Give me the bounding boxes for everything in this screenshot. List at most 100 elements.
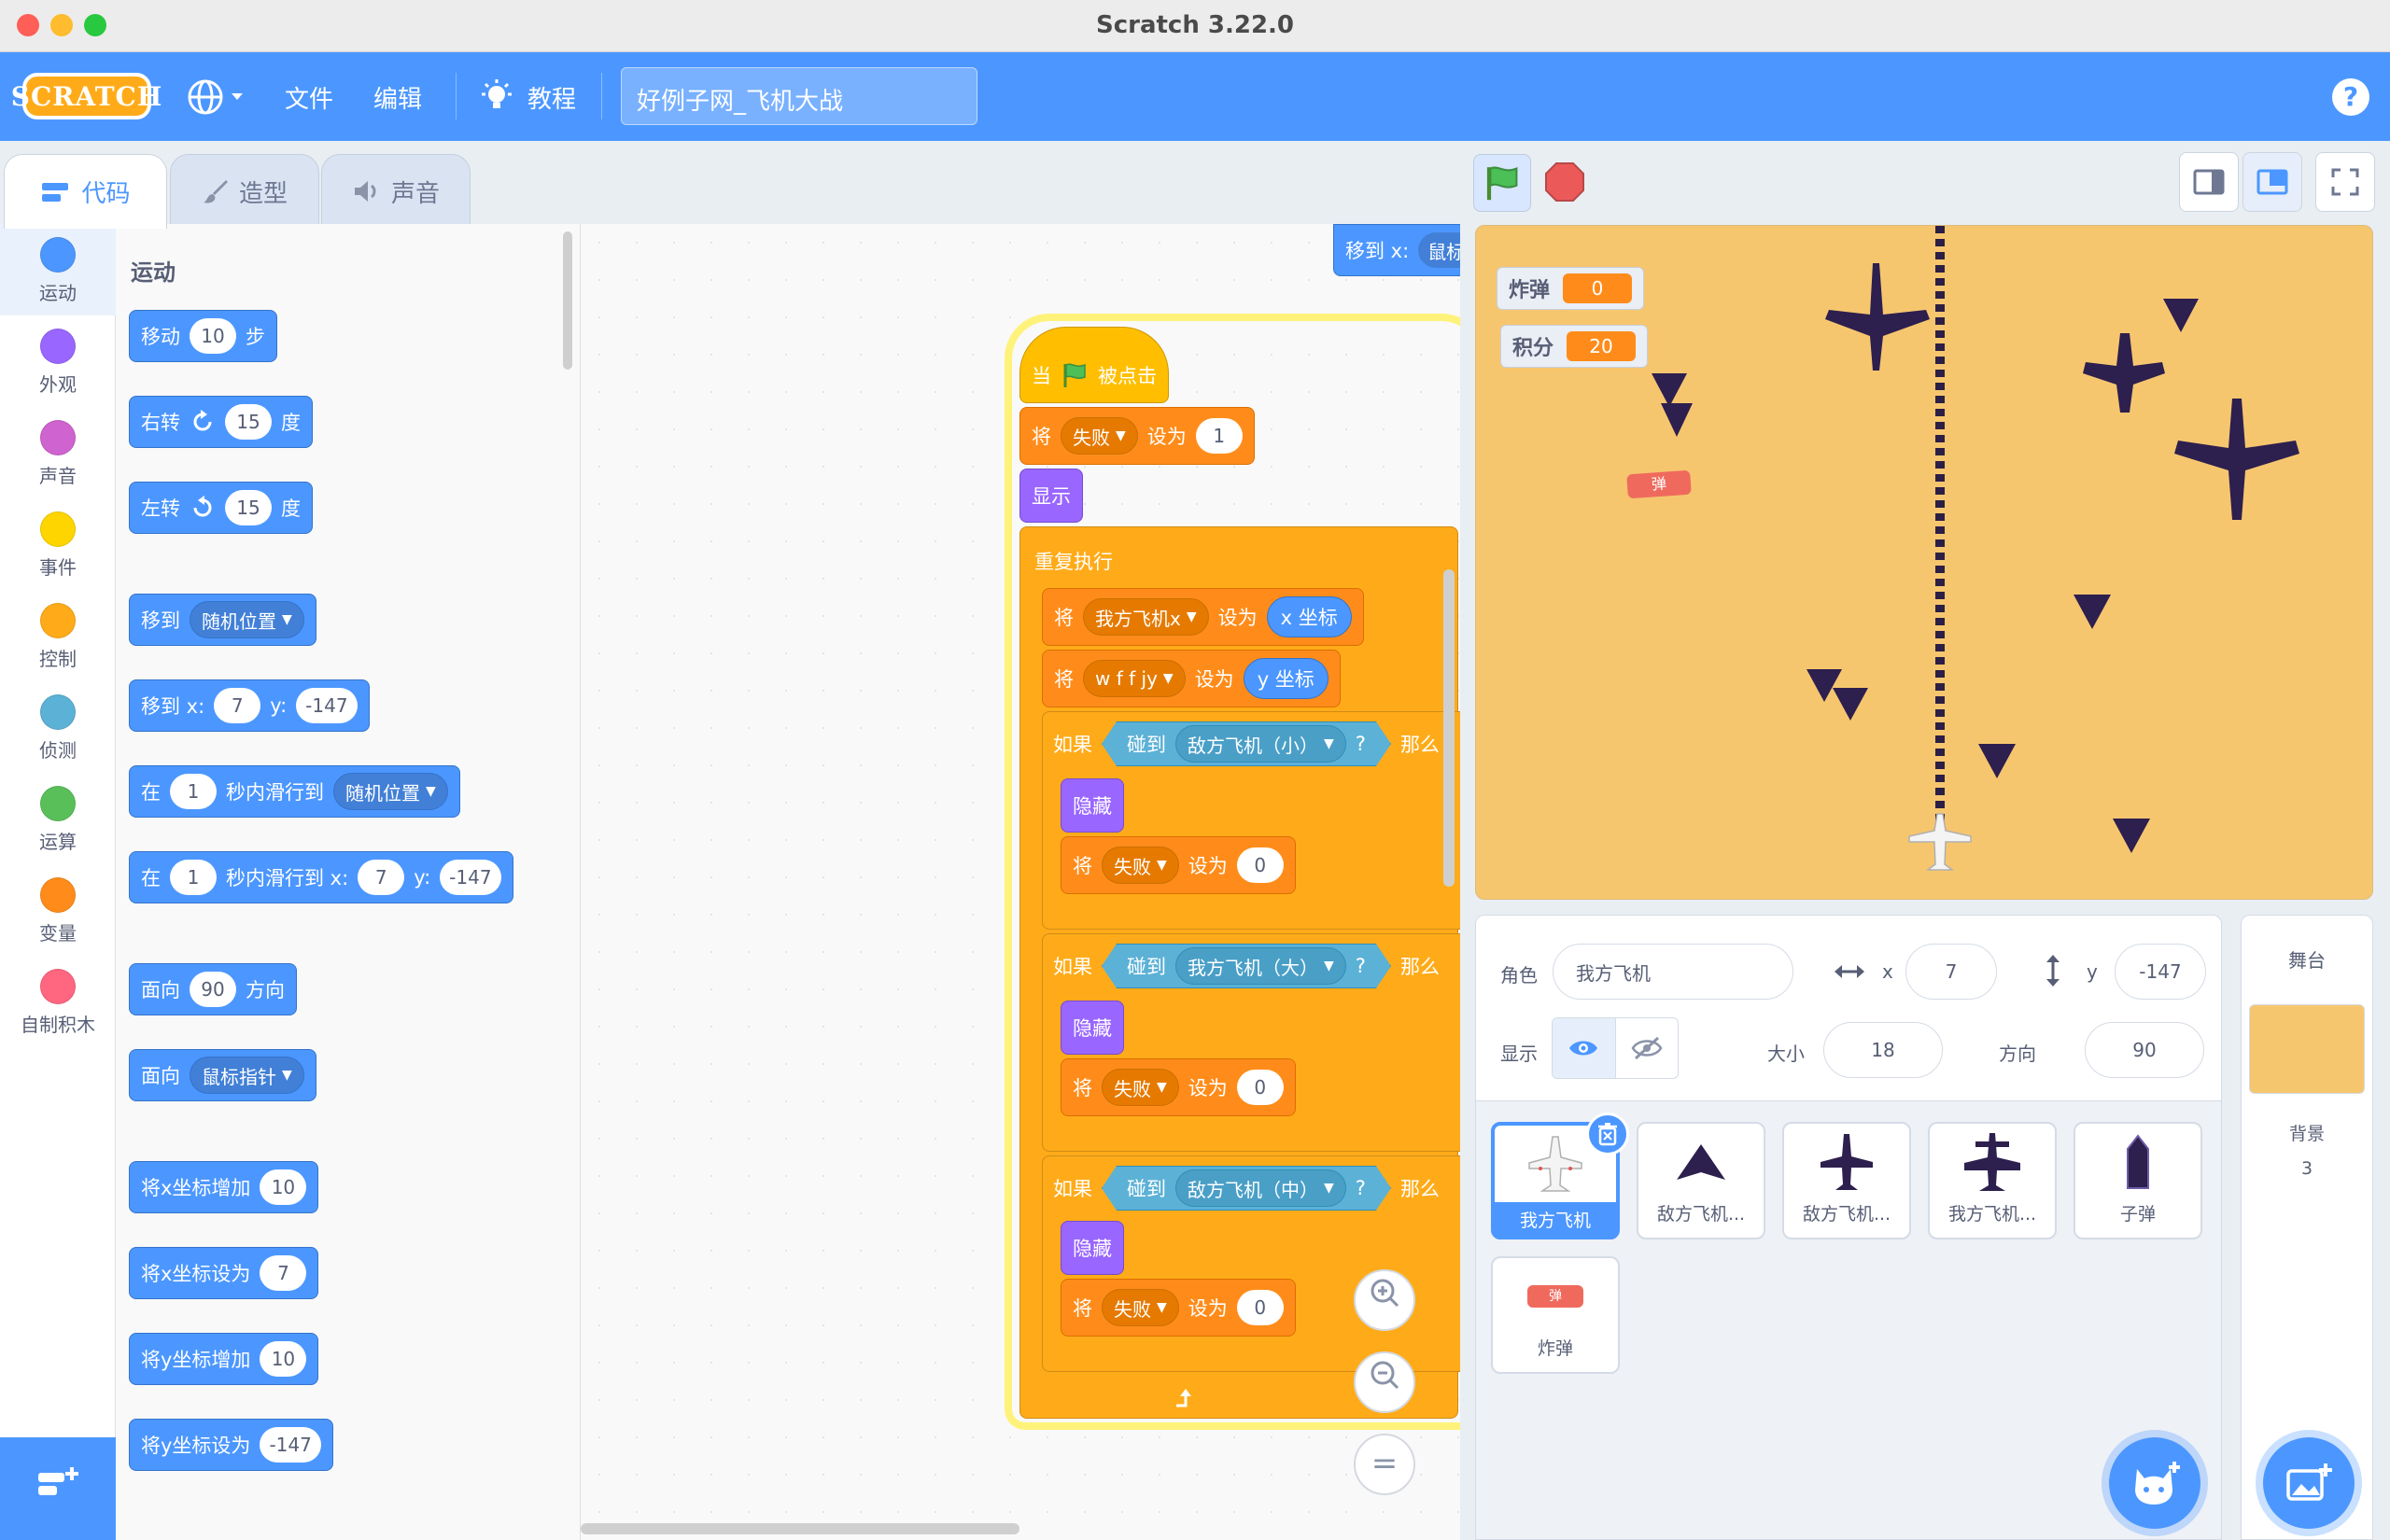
sprite-tile[interactable]: 我方飞机	[1491, 1113, 1629, 1239]
variable-dropdown[interactable]: w f f jy ▼	[1083, 660, 1186, 697]
point-towards-block[interactable]: 面向 鼠标指针 ▼	[129, 1049, 316, 1101]
glide-block[interactable]: 在 1 秒内滑行到 随机位置 ▼	[129, 765, 460, 818]
category-variables[interactable]: 变量	[0, 864, 116, 956]
variable-dropdown[interactable]: 失败 ▼	[1102, 847, 1179, 884]
delete-sprite-button[interactable]	[1586, 1113, 1629, 1155]
set-variable-block[interactable]: 将 失败 ▼ 设为 0	[1061, 836, 1296, 894]
number-input[interactable]: 15	[225, 490, 272, 525]
category-motion[interactable]: 运动	[0, 224, 116, 315]
category-looks[interactable]: 外观	[0, 315, 116, 407]
change-y-block[interactable]: 将y坐标增加 10	[129, 1333, 319, 1385]
number-input[interactable]: -147	[440, 860, 501, 895]
show-block[interactable]: 显示	[1019, 469, 1083, 523]
goto-block[interactable]: 移到 随机位置 ▼	[129, 594, 316, 646]
turn-right-block[interactable]: 右转 15 度	[129, 396, 313, 448]
when-flag-clicked-hat[interactable]: 当 被点击	[1019, 327, 1169, 403]
tutorials-menu[interactable]: 教程	[527, 80, 576, 115]
normal-stage-button[interactable]	[2242, 152, 2302, 212]
size-input[interactable]: 18	[1823, 1022, 1943, 1078]
script-workspace[interactable]: 移到 x: 鼠标 当 被点击 将 失败 ▼ 设为 1 显示 重复执行 将 我方飞机x ▼…	[581, 224, 1460, 1540]
number-input[interactable]: 15	[225, 404, 272, 440]
zoom-reset-button[interactable]: =	[1354, 1434, 1415, 1495]
change-x-block[interactable]: 将x坐标增加 10	[129, 1161, 319, 1213]
variable-dropdown[interactable]: 失败 ▼	[1102, 1069, 1179, 1106]
sprite-name-input[interactable]: 我方飞机	[1553, 944, 1793, 1000]
sprite-tile[interactable]: 子弹	[2074, 1122, 2202, 1239]
sprite-tile[interactable]: 弹 炸弹	[1491, 1256, 1620, 1374]
tab-costumes[interactable]: 造型	[170, 154, 319, 229]
file-menu[interactable]: 文件	[285, 80, 333, 115]
touching-block[interactable]: 碰到 敌方飞机（中） ▼?	[1102, 1166, 1391, 1211]
x-position-reporter[interactable]: x 坐标	[1266, 596, 1352, 637]
palette-scrollbar[interactable]	[563, 231, 572, 370]
number-input[interactable]: 1	[170, 860, 217, 895]
number-input[interactable]: 7	[214, 688, 261, 723]
number-input[interactable]: 7	[358, 860, 405, 895]
goto-target-dropdown[interactable]: 随机位置 ▼	[190, 601, 304, 638]
fullscreen-button[interactable]	[2315, 152, 2375, 212]
set-variable-block[interactable]: 将 失败 ▼ 设为 0	[1061, 1058, 1296, 1116]
turn-left-block[interactable]: 左转 15 度	[129, 482, 313, 534]
glide-target-dropdown[interactable]: 随机位置 ▼	[333, 773, 448, 810]
direction-input[interactable]: 90	[2085, 1022, 2204, 1078]
touching-block[interactable]: 碰到 我方飞机（大） ▼?	[1102, 944, 1391, 988]
tab-sounds[interactable]: 声音	[321, 154, 471, 229]
hide-block[interactable]: 隐藏	[1061, 1221, 1124, 1275]
stage-canvas[interactable]: 炸弹 0 积分 20 弹	[1475, 225, 2373, 900]
number-input[interactable]: 鼠标	[1418, 232, 1460, 268]
scratch-logo[interactable]: SCRATCH	[11, 73, 162, 119]
glide-xy-block[interactable]: 在 1 秒内滑行到 x: 7 y: -147	[129, 851, 513, 903]
zoom-out-button[interactable]	[1354, 1351, 1415, 1413]
workspace-vertical-scrollbar[interactable]	[1443, 569, 1455, 887]
point-towards-dropdown[interactable]: 鼠标指针 ▼	[190, 1057, 304, 1094]
globe-icon[interactable]	[187, 78, 246, 119]
category-control[interactable]: 控制	[0, 590, 116, 681]
touching-object-dropdown[interactable]: 敌方飞机（小） ▼	[1175, 725, 1346, 763]
add-extension-button[interactable]	[0, 1437, 116, 1540]
hide-sprite-button[interactable]	[1616, 1018, 1679, 1078]
add-sprite-button[interactable]	[2109, 1437, 2200, 1529]
x-position-input[interactable]: 7	[1905, 944, 1997, 1000]
workspace-horizontal-scrollbar[interactable]	[581, 1523, 1019, 1534]
touching-object-dropdown[interactable]: 敌方飞机（中） ▼	[1175, 1169, 1346, 1207]
goto-xy-block[interactable]: 移到 x: 7 y: -147	[129, 679, 370, 732]
set-variable-block[interactable]: 将 失败 ▼ 设为 1	[1019, 407, 1255, 465]
number-input[interactable]: 1	[170, 774, 217, 809]
y-position-input[interactable]: -147	[2115, 944, 2206, 1000]
touching-block[interactable]: 碰到 敌方飞机（小） ▼?	[1102, 721, 1391, 766]
sprite-tile[interactable]: 敌方飞机...	[1782, 1122, 1911, 1239]
category-sound[interactable]: 声音	[0, 407, 116, 498]
category-sensing[interactable]: 侦测	[0, 681, 116, 773]
variable-dropdown[interactable]: 我方飞机x ▼	[1083, 598, 1209, 636]
set-y-block[interactable]: 将y坐标设为 -147	[129, 1419, 333, 1471]
set-x-block[interactable]: 将x坐标设为 7	[129, 1247, 319, 1299]
green-flag-button[interactable]	[1473, 154, 1531, 212]
number-input[interactable]: 1	[1195, 418, 1243, 454]
hide-block[interactable]: 隐藏	[1061, 778, 1124, 833]
stop-button[interactable]	[1542, 160, 1587, 204]
touching-object-dropdown[interactable]: 我方飞机（大） ▼	[1175, 947, 1346, 985]
y-position-reporter[interactable]: y 坐标	[1243, 658, 1329, 699]
number-input[interactable]: 0	[1236, 1290, 1284, 1325]
sprite-tile[interactable]: 敌方飞机...	[1637, 1122, 1765, 1239]
move-steps-block[interactable]: 移动 10 步	[129, 310, 277, 362]
category-events[interactable]: 事件	[0, 498, 116, 590]
add-backdrop-button[interactable]	[2263, 1437, 2355, 1529]
variable-dropdown[interactable]: 失败 ▼	[1102, 1289, 1179, 1326]
number-input[interactable]: 10	[190, 318, 236, 354]
variable-dropdown[interactable]: 失败 ▼	[1061, 417, 1138, 455]
backdrop-thumbnail[interactable]	[2249, 1004, 2365, 1094]
number-input[interactable]: 90	[190, 972, 236, 1007]
number-input[interactable]: -147	[260, 1427, 321, 1463]
goto-xy-block-partial[interactable]: 移到 x: 鼠标	[1333, 224, 1460, 276]
number-input[interactable]: -147	[296, 688, 358, 723]
small-stage-button[interactable]	[2179, 152, 2239, 212]
tab-code[interactable]: 代码	[4, 154, 167, 229]
number-input[interactable]: 0	[1236, 1070, 1284, 1105]
show-sprite-button[interactable]	[1553, 1018, 1616, 1078]
edit-menu[interactable]: 编辑	[373, 80, 422, 115]
number-input[interactable]: 0	[1236, 847, 1284, 883]
number-input[interactable]: 10	[260, 1169, 307, 1205]
help-button[interactable]: ?	[2332, 78, 2369, 116]
number-input[interactable]: 7	[260, 1255, 307, 1291]
